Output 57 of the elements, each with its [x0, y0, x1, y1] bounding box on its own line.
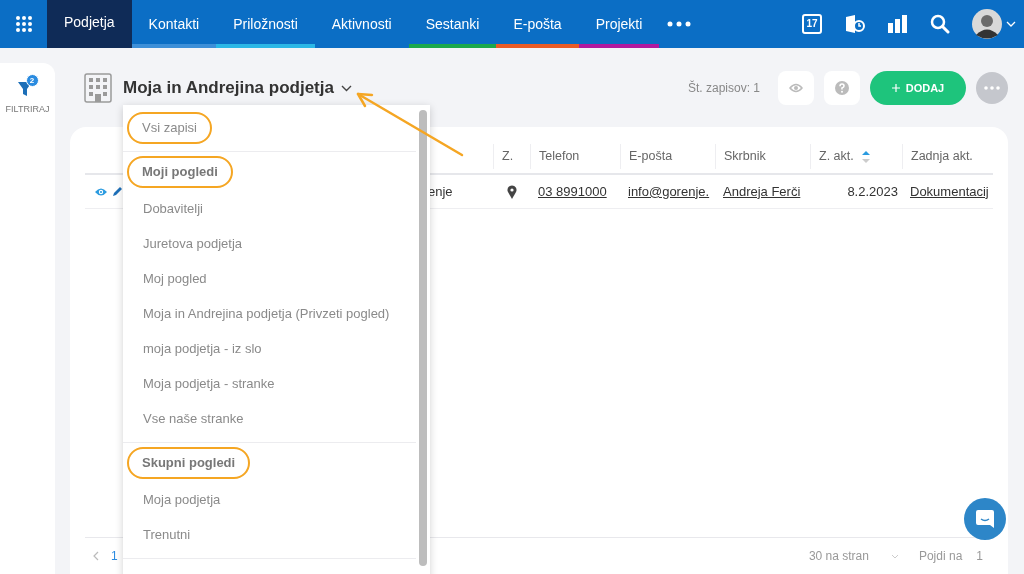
table-link[interactable]: Andreja Ferči — [723, 183, 801, 199]
table-cell-text: 8.2.2023 — [847, 182, 898, 201]
column-header[interactable]: Skrbnik — [724, 147, 766, 166]
eye-icon — [789, 83, 803, 93]
view-title[interactable]: Moja in Andrejina podjetja — [123, 75, 334, 101]
dropdown-item[interactable]: Vsi zapisi — [142, 117, 197, 138]
scrollbar-thumb[interactable] — [419, 110, 427, 566]
column-header[interactable]: Z. — [502, 147, 514, 166]
sort-icon[interactable] — [861, 150, 870, 163]
bar-chart-icon[interactable] — [888, 15, 908, 33]
help-icon — [835, 81, 849, 95]
record-count: Št. zapisov: 1 — [687, 79, 760, 97]
column-header[interactable]: Zadnja akt. — [911, 147, 973, 166]
nav-tab[interactable]: E-pošta — [496, 0, 579, 48]
plus-icon — [891, 84, 900, 92]
calendar-icon[interactable]: 17 — [802, 14, 822, 34]
dropdown-item[interactable]: moja podjetja - iz slo — [143, 338, 262, 359]
column-header[interactable]: Z. akt. — [819, 147, 854, 166]
chevron-down-icon[interactable] — [340, 84, 352, 92]
dropdown-item[interactable]: Moja podjetja - stranke — [143, 373, 275, 394]
nav-tab[interactable]: Aktivnosti — [314, 0, 409, 48]
chat-bubble-icon — [975, 509, 995, 529]
avatar[interactable] — [972, 9, 1002, 39]
go-to-page-field[interactable]: 1 — [976, 547, 983, 565]
dropdown-item[interactable]: Vse naše stranke — [143, 408, 244, 429]
table-link[interactable]: Dokumentacij — [910, 183, 989, 199]
more-icon — [984, 86, 1000, 90]
go-to-label: Pojdi na — [918, 548, 963, 565]
table-link[interactable]: info@gorenje. — [628, 183, 710, 199]
page-number[interactable]: 1 — [111, 547, 118, 565]
dropdown-item[interactable]: Moja in Andrejina podjetja (Privzeti pogled) — [143, 303, 390, 324]
nav-tab[interactable]: Kontakti — [131, 0, 217, 48]
dropdown-item[interactable]: Dobavitelji — [143, 198, 203, 219]
more-icon[interactable] — [667, 21, 692, 27]
phone-clock-icon[interactable] — [844, 13, 866, 35]
menu-section-header: Moji pogledi — [142, 163, 218, 182]
dropdown-item[interactable]: Trenutni — [143, 524, 191, 545]
filter-count-badge: 2 — [25, 74, 39, 87]
building-icon — [84, 73, 112, 103]
table-link[interactable]: 03 8991000 — [538, 183, 607, 199]
apps-grid-icon[interactable] — [14, 15, 33, 33]
column-header[interactable]: Telefon — [539, 147, 580, 166]
filter-label[interactable]: FILTRIRAJ — [5, 103, 50, 117]
nav-tab[interactable]: Podjetja — [47, 0, 132, 48]
map-pin-icon[interactable] — [506, 184, 517, 199]
nav-tab[interactable]: Priložnosti — [216, 0, 315, 48]
eye-icon[interactable] — [94, 186, 108, 197]
pencil-icon[interactable] — [112, 186, 123, 197]
menu-section-header: Skupni pogledi — [142, 454, 236, 473]
dropdown-item[interactable]: Moj pogled — [143, 268, 207, 289]
nav-tab[interactable]: Projekti — [578, 0, 660, 48]
search-icon[interactable] — [930, 14, 950, 34]
dropdown-item[interactable]: Juretova podjetja — [143, 233, 242, 254]
column-header[interactable]: E-pošta — [629, 147, 673, 166]
nav-tab[interactable]: Sestanki — [408, 0, 497, 48]
dropdown-item[interactable]: Moja podjetja — [143, 489, 221, 510]
page-size-select[interactable]: 30 na stran — [808, 547, 869, 565]
